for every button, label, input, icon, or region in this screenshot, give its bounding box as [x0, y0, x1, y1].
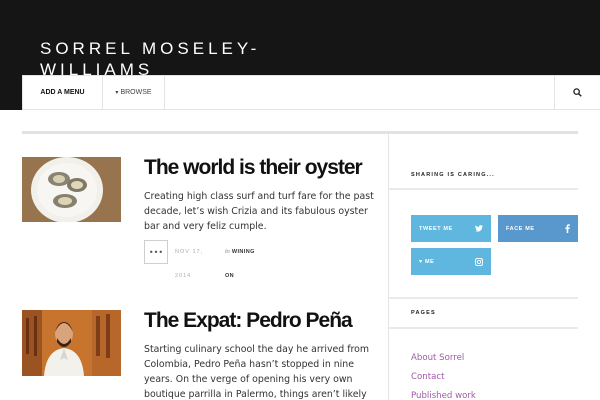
widget-divider [389, 188, 578, 190]
page-link-published-work[interactable]: Published work [411, 391, 476, 400]
post-date-year: 2014 [175, 273, 192, 279]
heart-me-label: ♥ ME [419, 258, 435, 265]
more-options-button[interactable]: ••• [144, 240, 168, 264]
widget-divider [389, 297, 578, 299]
post-thumbnail-oysters[interactable] [22, 157, 121, 222]
sidebar-divider [388, 134, 389, 400]
pages-widget-title: PAGES [411, 310, 436, 316]
add-menu-link[interactable]: ADD A MENU [23, 76, 103, 109]
oyster-plate-image [22, 157, 121, 222]
category-prefix: In [225, 249, 230, 255]
facebook-icon [565, 224, 570, 233]
heart-me-button[interactable]: ♥ ME [411, 248, 491, 275]
browse-label: BROWSE [120, 89, 152, 96]
widget-divider [389, 327, 578, 329]
page-link-about[interactable]: About Sorrel [411, 353, 464, 363]
chef-portrait-image [22, 310, 121, 376]
post-title[interactable]: The Expat: Pedro Peña [144, 309, 374, 333]
face-me-label: FACE ME [506, 225, 535, 232]
post-excerpt: Starting culinary school the day he arri… [144, 344, 370, 400]
post-title[interactable]: The world is their oyster [144, 156, 374, 180]
tweet-me-button[interactable]: TWEET ME [411, 215, 491, 242]
face-me-button[interactable]: FACE ME [498, 215, 578, 242]
post-thumbnail-pedro[interactable] [22, 310, 121, 376]
category-label: WINING [231, 249, 255, 255]
tweet-me-label: TWEET ME [419, 225, 453, 232]
browse-dropdown[interactable]: ▾ BROWSE [103, 76, 165, 109]
site-title[interactable]: SORREL MOSELEY-WILLIAMS [40, 38, 340, 80]
post-date-month: NOV 17, [175, 249, 204, 255]
sharing-widget-title: SHARING IS CARING... [411, 172, 495, 178]
instagram-icon [475, 257, 483, 266]
content-top-rule [22, 131, 578, 134]
search-icon [573, 88, 582, 97]
more-dots-icon: ••• [148, 247, 164, 257]
post-category-continued[interactable]: ON [225, 273, 234, 279]
twitter-icon [475, 225, 483, 232]
post-category[interactable]: In WINING [225, 249, 255, 255]
search-button[interactable] [554, 76, 600, 109]
post-excerpt: Creating high class surf and turf fare f… [144, 191, 374, 232]
main-navigation: ADD A MENU ▾ BROWSE [22, 75, 600, 110]
caret-down-icon: ▾ [115, 90, 119, 96]
page-link-contact[interactable]: Contact [411, 372, 444, 382]
